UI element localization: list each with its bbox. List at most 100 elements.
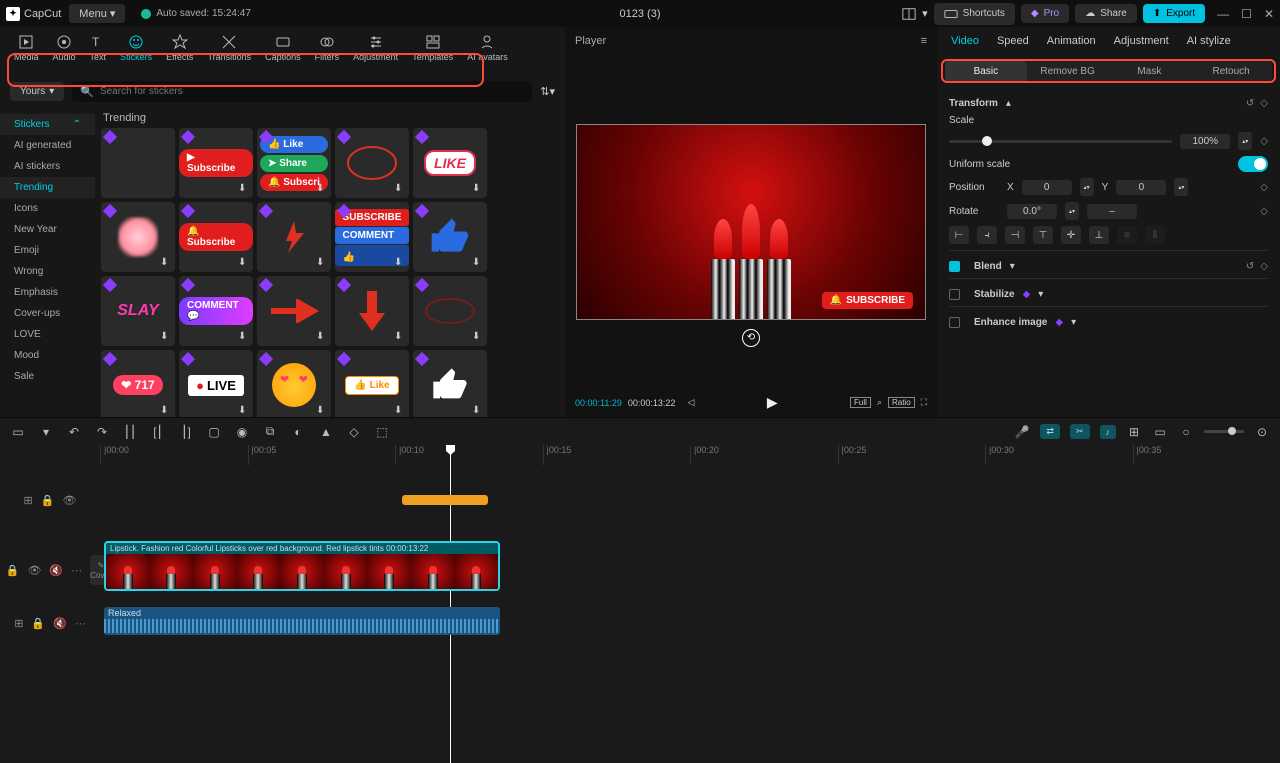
rotate-spinner[interactable]: ▴▾ (1065, 202, 1079, 220)
fullscreen-button[interactable]: ⛶ (921, 397, 927, 408)
tab-ai-stylize[interactable]: AI stylize (1187, 35, 1231, 47)
rotate-input[interactable]: 0.0° (1007, 204, 1057, 219)
download-icon[interactable]: ⬇ (238, 331, 250, 343)
search-input[interactable] (100, 86, 524, 97)
keyframe-icon[interactable]: ◇ (1260, 182, 1268, 193)
sticker-item[interactable]: COMMENT 💬⬇ (179, 276, 253, 346)
cat-cover-ups[interactable]: Cover-ups (0, 303, 95, 324)
ratio-button[interactable]: Ratio (888, 397, 915, 408)
sticker-item[interactable]: SUBSCRIBECOMMENT👍 ⬇ (335, 202, 409, 272)
zoom-out-button[interactable]: ○ (1178, 424, 1194, 440)
layout-icon[interactable] (902, 7, 916, 21)
share-button[interactable]: ☁ Share (1075, 4, 1137, 23)
keyframe-icon[interactable]: ◇ (1260, 206, 1268, 217)
sticker-item[interactable]: ⬇ (413, 350, 487, 417)
sticker-track[interactable] (100, 465, 1280, 535)
redo-button[interactable]: ↷ (94, 424, 110, 440)
cursor-tool[interactable]: ▭ (10, 424, 26, 440)
sticker-item[interactable]: ⬇ (335, 276, 409, 346)
tab-media[interactable]: Media (8, 31, 45, 65)
cat-trending[interactable]: Trending (0, 177, 95, 198)
cat-icons[interactable]: Icons (0, 198, 95, 219)
play-button[interactable]: ▶ (767, 394, 778, 411)
subtab-remove-bg[interactable]: Remove BG (1027, 61, 1109, 82)
filter-button[interactable]: ⇅▾ (540, 85, 555, 98)
track-menu-icon[interactable]: ⊞ (24, 494, 33, 507)
audio-clip[interactable]: Relaxed (104, 607, 500, 635)
cat-love[interactable]: LOVE (0, 324, 95, 345)
cat-wrong[interactable]: Wrong (0, 261, 95, 282)
tab-captions[interactable]: Captions (259, 31, 307, 65)
search-input-wrapper[interactable]: 🔍 (72, 81, 532, 102)
export-button[interactable]: ⬆ Export (1143, 4, 1205, 23)
download-icon[interactable]: ⬇ (394, 405, 406, 417)
layout-chevron[interactable]: ▾ (922, 7, 928, 20)
rotate-button[interactable]: ◇ (346, 424, 362, 440)
crop-button[interactable]: ⬚ (374, 424, 390, 440)
subscribe-overlay[interactable]: 🔔 SUBSCRIBE (822, 292, 913, 309)
keyframe-icon[interactable]: ◇ (1260, 136, 1268, 147)
track-options-button[interactable]: ⊞ (1126, 424, 1142, 440)
position-x-input[interactable]: 0 (1022, 180, 1072, 195)
sticker-item[interactable]: ❤ 717⬇ (101, 350, 175, 417)
tab-templates[interactable]: Templates (406, 31, 459, 65)
mirror-button[interactable]: ▲ (318, 424, 334, 440)
blend-header[interactable]: Blend (974, 261, 1002, 272)
mute-icon[interactable]: 🔇 (53, 617, 67, 630)
blend-checkbox[interactable] (949, 261, 960, 272)
zoom-fit-button[interactable]: ⊙ (1254, 424, 1270, 440)
preview-toggle[interactable]: ▭ (1152, 424, 1168, 440)
pro-button[interactable]: ◆ Pro (1021, 4, 1069, 23)
align-dist-h[interactable]: ≡ (1117, 226, 1137, 244)
tab-animation[interactable]: Animation (1047, 35, 1096, 47)
align-dist-v[interactable]: ⦀ (1145, 226, 1165, 244)
sticker-item[interactable]: SLAY⬇ (101, 276, 175, 346)
tab-stickers[interactable]: Stickers (114, 31, 158, 65)
tab-speed[interactable]: Speed (997, 35, 1029, 47)
yours-dropdown[interactable]: Yours▾ (10, 82, 64, 101)
download-icon[interactable]: ⬇ (316, 183, 328, 195)
download-icon[interactable]: ⬇ (238, 405, 250, 417)
tab-effects[interactable]: Effects (160, 31, 199, 65)
align-center-v[interactable]: ✛ (1061, 226, 1081, 244)
download-icon[interactable]: ⬇ (316, 405, 328, 417)
cat-mood[interactable]: Mood (0, 345, 95, 366)
download-icon[interactable]: ⬇ (472, 257, 484, 269)
preview-canvas[interactable]: 🔔 SUBSCRIBE ⟲ (576, 124, 926, 320)
download-icon[interactable]: ⬇ (472, 183, 484, 195)
ratio-detect[interactable]: ⌕ (877, 397, 882, 408)
tab-audio[interactable]: Audio (47, 31, 82, 65)
position-x-spinner[interactable]: ▴▾ (1080, 178, 1094, 196)
keyframe-icon[interactable]: ◇ (1260, 261, 1268, 272)
download-icon[interactable]: ⬇ (238, 183, 250, 195)
sticker-item[interactable]: ⬇ (257, 202, 331, 272)
cat-sale[interactable]: Sale (0, 366, 95, 387)
minimize-button[interactable]: — (1217, 7, 1229, 21)
sticker-item[interactable]: LIKE⬇ (413, 128, 487, 198)
tab-adjustment[interactable]: Adjustment (347, 31, 404, 65)
sticker-item[interactable] (101, 128, 175, 198)
tab-ai-avatars[interactable]: AI avatars (461, 31, 514, 65)
menu-button[interactable]: Menu ▾ (69, 4, 125, 23)
download-icon[interactable]: ⬇ (394, 331, 406, 343)
download-icon[interactable]: ⬇ (316, 331, 328, 343)
split-button[interactable]: ⎮⎮ (122, 424, 138, 440)
copy-button[interactable]: ⧉ (262, 424, 278, 440)
enhance-header[interactable]: Enhance image (974, 317, 1047, 328)
uniform-scale-toggle[interactable] (1238, 156, 1268, 172)
download-icon[interactable]: ⬇ (316, 257, 328, 269)
scale-slider[interactable] (949, 140, 1172, 143)
cat-stickers[interactable]: Stickers⌃ (0, 114, 95, 135)
sticker-item[interactable]: ▶ Subscribe⬇ (179, 128, 253, 198)
mic-button[interactable]: 🎤 (1014, 424, 1030, 440)
download-icon[interactable]: ⬇ (160, 405, 172, 417)
sticker-item[interactable]: ⬇ (335, 128, 409, 198)
reset-icon[interactable]: ↺ (1246, 98, 1254, 109)
transform-header[interactable]: Transform (949, 98, 998, 109)
cursor-dropdown[interactable]: ▾ (38, 424, 54, 440)
shortcuts-button[interactable]: Shortcuts (934, 3, 1015, 25)
sticker-item[interactable]: ❤❤⬇ (257, 350, 331, 417)
rotate-handle[interactable]: ⟲ (742, 329, 760, 347)
keyframe-icon[interactable]: ◇ (1260, 98, 1268, 109)
visibility-icon[interactable]: 👁 (27, 564, 41, 577)
